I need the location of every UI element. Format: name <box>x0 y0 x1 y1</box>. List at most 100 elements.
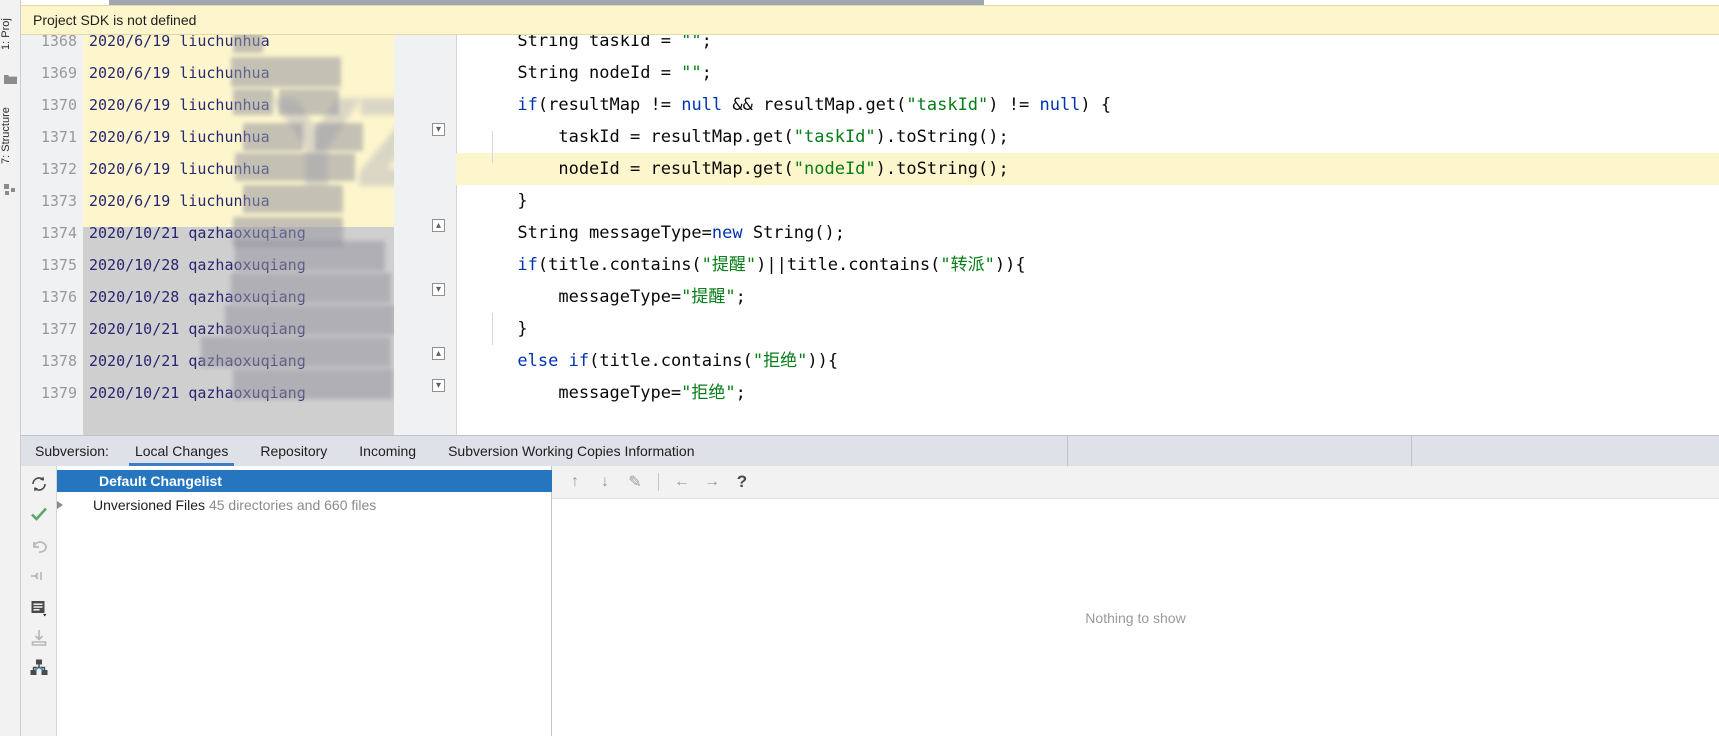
changelist-label: Default Changelist <box>99 473 222 489</box>
tab-bar-separator <box>1067 436 1068 467</box>
tab-subversion-working-copies-information[interactable]: Subversion Working Copies Information <box>432 436 710 467</box>
annotate-date: 2020/10/28 <box>89 288 189 306</box>
code-line[interactable]: taskId = resultMap.get("taskId").toStrin… <box>456 121 1719 153</box>
annotate-date: 2020/6/19 <box>89 192 180 210</box>
indent-guide <box>492 313 493 345</box>
tab-bar-separator <box>1411 436 1412 467</box>
collapse-all-icon[interactable] <box>29 566 49 586</box>
empty-state-message: Nothing to show <box>1085 609 1186 626</box>
update-icon[interactable] <box>29 628 49 648</box>
code-editor[interactable]: 1368 1369 1370 1371 1372 1373 1374 1375 1376 1377… <box>21 35 1719 435</box>
move-left-button[interactable]: ← <box>669 469 695 495</box>
changes-detail-pane: ↑ ↓ ✎ ← → ? Nothing to show <box>552 466 1719 736</box>
code-line[interactable]: String nodeId = ""; <box>456 57 1719 89</box>
line-number: 1378 <box>40 352 77 370</box>
annotate-date: 2020/10/21 <box>89 352 189 370</box>
line-number: 1377 <box>40 320 77 338</box>
code-line[interactable]: messageType="提醒"; <box>456 281 1719 313</box>
line-number: 1368 <box>40 35 77 50</box>
changelist-detail: 45 directories and 660 files <box>208 497 377 513</box>
code-line[interactable]: nodeId = resultMap.get("nodeId").toStrin… <box>456 153 1719 185</box>
fold-marker-column[interactable]: ▾ ▴ ▾ ▴ ▾ <box>426 35 456 435</box>
subversion-tool-window: Subversion: Local Changes Repository Incom… <box>21 435 1719 736</box>
code-line[interactable]: String messageType=new String(); <box>456 217 1719 249</box>
fold-marker-icon[interactable]: ▾ <box>432 379 445 392</box>
tool-window-tab-bar: Subversion: Local Changes Repository Incom… <box>21 435 1719 467</box>
merge-icon[interactable] <box>29 658 49 678</box>
code-line[interactable]: if(resultMap != null && resultMap.get("t… <box>456 89 1719 121</box>
fold-marker-icon[interactable]: ▴ <box>432 219 445 232</box>
line-number: 1379 <box>40 384 77 402</box>
redaction-blur <box>279 89 339 115</box>
line-number: 1372 <box>40 160 77 178</box>
annotate-date: 2020/6/19 <box>89 96 180 114</box>
tool-window-action-column <box>21 466 57 736</box>
line-number: 1376 <box>40 288 77 306</box>
sidebar-tab-project[interactable]: 1: Proj <box>0 2 21 66</box>
code-line[interactable]: String taskId = ""; <box>456 35 1719 57</box>
redaction-blur <box>315 123 363 151</box>
line-number: 1375 <box>40 256 77 274</box>
code-line[interactable]: else if(title.contains("拒绝")){ <box>456 345 1719 377</box>
annotate-gutter[interactable]: YZ 2020/6/19 liuchunhua2020/6/19 liuchun… <box>83 35 394 435</box>
annotate-date: 2020/10/21 <box>89 224 189 242</box>
fold-marker-icon[interactable]: ▾ <box>432 123 445 136</box>
code-line[interactable]: } <box>456 313 1719 345</box>
group-by-icon[interactable] <box>29 598 49 618</box>
changelist-tree[interactable]: Default Changelist Unversioned Files 45 d… <box>57 466 552 736</box>
code-text-area[interactable]: String taskId = ""; String nodeId = ""; … <box>456 35 1719 435</box>
annotate-date: 2020/10/21 <box>89 320 189 338</box>
line-number: 1371 <box>40 128 77 146</box>
sidebar-tab-structure[interactable]: 7: Structure <box>0 96 21 176</box>
code-line[interactable]: messageType="拒绝"; <box>456 377 1719 409</box>
changelist-row-selected[interactable]: Default Changelist <box>57 470 552 492</box>
fold-marker-icon[interactable]: ▴ <box>432 347 445 360</box>
annotate-date: 2020/6/19 <box>89 128 180 146</box>
redaction-blur <box>243 123 303 151</box>
next-change-button[interactable]: ↓ <box>592 469 618 495</box>
redaction-blur <box>233 89 273 115</box>
commit-check-icon[interactable] <box>29 504 49 524</box>
code-line[interactable]: } <box>456 185 1719 217</box>
line-number-gutter: 1368 1369 1370 1371 1372 1373 1374 1375 1376 1377… <box>21 35 83 435</box>
redaction-blur <box>233 369 393 399</box>
line-number: 1373 <box>40 192 77 210</box>
toolbar-divider <box>658 473 659 491</box>
redaction-blur <box>243 185 343 213</box>
structure-icon <box>3 182 18 196</box>
previous-change-button[interactable]: ↑ <box>562 469 588 495</box>
redaction-blur <box>231 57 341 87</box>
line-number: 1374 <box>40 224 77 242</box>
redaction-blur <box>201 337 391 367</box>
sdk-notification-banner: Project SDK is not defined <box>21 5 1719 35</box>
redaction-blur <box>235 153 355 181</box>
expand-triangle-icon[interactable] <box>57 501 63 510</box>
fold-marker-icon[interactable]: ▾ <box>432 283 445 296</box>
redaction-blur <box>233 35 263 53</box>
redaction-blur <box>235 241 385 271</box>
banner-message: Project SDK is not defined <box>33 12 197 28</box>
redaction-blur <box>231 273 391 303</box>
annotate-date: 2020/10/28 <box>89 256 189 274</box>
redaction-blur <box>225 305 394 335</box>
help-button[interactable]: ? <box>729 469 755 495</box>
ide-window: 1: Proj 7: Structure Project SDK is not … <box>0 0 1719 736</box>
annotate-row[interactable]: 2020/6/19 liuchunhua <box>89 185 394 217</box>
line-number: 1370 <box>40 96 77 114</box>
code-line[interactable]: if(title.contains("提醒")||title.contains(… <box>456 249 1719 281</box>
tab-repository[interactable]: Repository <box>244 436 343 467</box>
annotate-date: 2020/6/19 <box>89 64 180 82</box>
tool-window-title: Subversion: <box>35 443 109 459</box>
indent-guide <box>492 131 493 163</box>
rollback-icon[interactable] <box>29 536 49 556</box>
annotate-date: 2020/6/19 <box>89 35 180 50</box>
changelist-row[interactable]: Unversioned Files 45 directories and 660… <box>57 494 552 516</box>
edit-source-button[interactable]: ✎ <box>622 469 648 495</box>
annotate-date: 2020/6/19 <box>89 160 180 178</box>
detail-toolbar: ↑ ↓ ✎ ← → ? <box>552 466 1719 499</box>
refresh-icon[interactable] <box>29 474 49 494</box>
tab-incoming[interactable]: Incoming <box>343 436 432 467</box>
annotate-date: 2020/10/21 <box>89 384 189 402</box>
move-right-button[interactable]: → <box>699 469 725 495</box>
tab-local-changes[interactable]: Local Changes <box>119 436 244 467</box>
